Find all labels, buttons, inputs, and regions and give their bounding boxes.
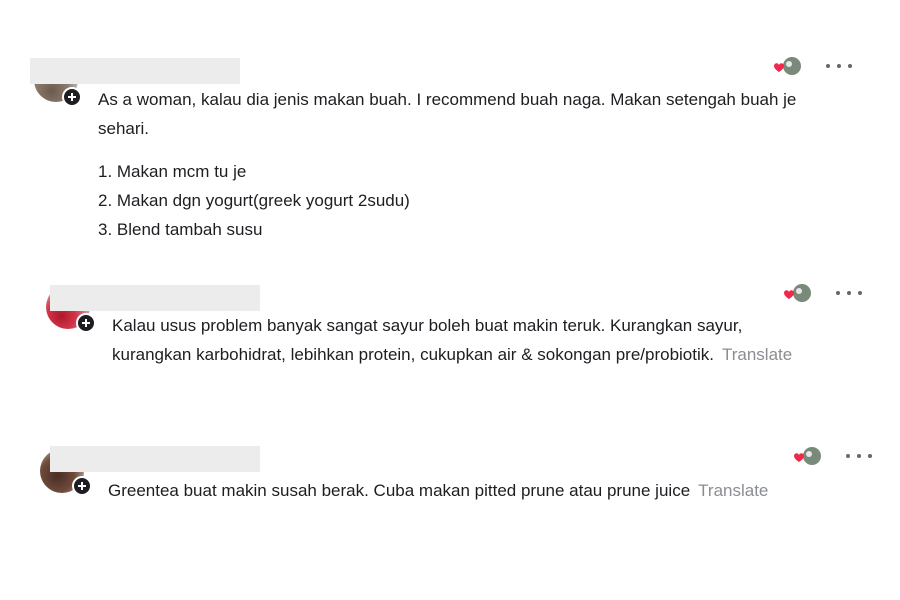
comment-text: Greentea buat makin susah berak. Cuba ma… bbox=[108, 476, 788, 505]
list-item: 2. Makan dgn yogurt(greek yogurt 2sudu) bbox=[98, 191, 410, 210]
list-item: 1. Makan mcm tu je bbox=[98, 162, 247, 181]
more-icon[interactable] bbox=[846, 451, 872, 461]
comment-text: Kalau usus problem banyak sangat sayur b… bbox=[112, 311, 822, 369]
follow-plus-icon[interactable] bbox=[62, 87, 82, 107]
heart-reaction-icon[interactable] bbox=[772, 56, 802, 78]
redacted-name bbox=[50, 446, 260, 472]
follow-plus-icon[interactable] bbox=[72, 476, 92, 496]
heart-reaction-icon[interactable] bbox=[792, 446, 822, 468]
translate-link[interactable]: Translate bbox=[698, 481, 768, 500]
heart-reaction-icon[interactable] bbox=[782, 283, 812, 305]
translate-link[interactable]: Translate bbox=[722, 345, 792, 364]
list-item: 3. Blend tambah susu bbox=[98, 220, 263, 239]
comment-text: As a woman, kalau dia jenis makan buah. … bbox=[98, 90, 797, 138]
more-icon[interactable] bbox=[836, 288, 862, 298]
more-icon[interactable] bbox=[826, 61, 852, 71]
comment-body: Greentea buat makin susah berak. Cuba ma… bbox=[108, 481, 691, 500]
comment-body: Kalau usus problem banyak sangat sayur b… bbox=[112, 316, 743, 364]
redacted-name bbox=[30, 58, 240, 84]
follow-plus-icon[interactable] bbox=[76, 313, 96, 333]
comment-list: 1. Makan mcm tu je 2. Makan dgn yogurt(g… bbox=[98, 157, 410, 244]
redacted-name bbox=[50, 285, 260, 311]
